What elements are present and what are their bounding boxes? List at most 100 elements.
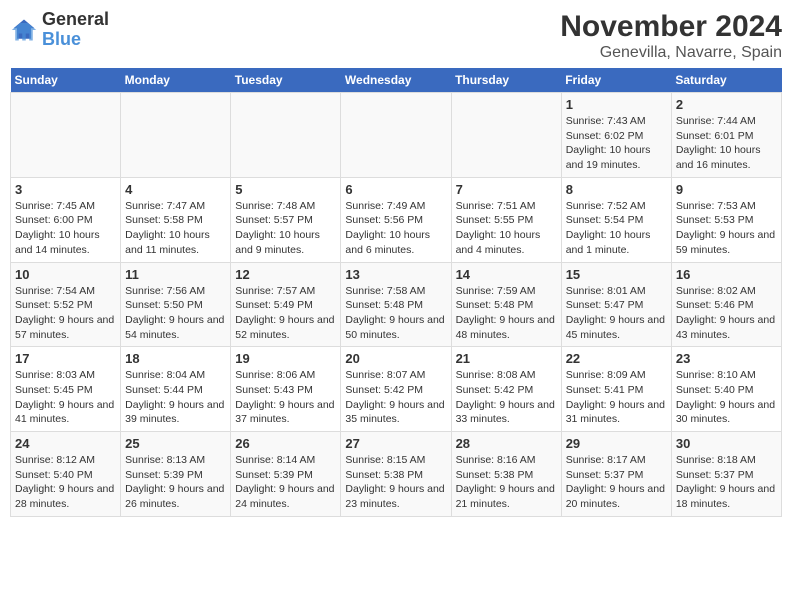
day-info: Sunrise: 8:17 AM Sunset: 5:37 PM Dayligh… [566,453,667,512]
day-info: Sunrise: 7:48 AM Sunset: 5:57 PM Dayligh… [235,199,336,258]
day-number: 12 [235,267,336,282]
weekday-header: Saturday [671,68,781,93]
day-info: Sunrise: 7:47 AM Sunset: 5:58 PM Dayligh… [125,199,226,258]
calendar-cell: 16 Sunrise: 8:02 AM Sunset: 5:46 PM Dayli… [671,262,781,347]
day-number: 3 [15,182,116,197]
calendar-cell: 2 Sunrise: 7:44 AM Sunset: 6:01 PM Daylig… [671,93,781,178]
weekday-header: Tuesday [231,68,341,93]
calendar-cell: 14 Sunrise: 7:59 AM Sunset: 5:48 PM Dayli… [451,262,561,347]
calendar-cell [451,93,561,178]
calendar-cell [121,93,231,178]
calendar-cell: 12 Sunrise: 7:57 AM Sunset: 5:49 PM Dayli… [231,262,341,347]
day-number: 8 [566,182,667,197]
day-number: 27 [345,436,446,451]
day-number: 23 [676,351,777,366]
day-info: Sunrise: 7:43 AM Sunset: 6:02 PM Dayligh… [566,114,667,173]
day-info: Sunrise: 8:13 AM Sunset: 5:39 PM Dayligh… [125,453,226,512]
calendar-cell: 23 Sunrise: 8:10 AM Sunset: 5:40 PM Dayli… [671,347,781,432]
day-info: Sunrise: 8:10 AM Sunset: 5:40 PM Dayligh… [676,368,777,427]
day-info: Sunrise: 8:12 AM Sunset: 5:40 PM Dayligh… [15,453,116,512]
calendar-cell: 17 Sunrise: 8:03 AM Sunset: 5:45 PM Dayli… [11,347,121,432]
day-number: 30 [676,436,777,451]
day-info: Sunrise: 7:57 AM Sunset: 5:49 PM Dayligh… [235,284,336,343]
day-info: Sunrise: 8:16 AM Sunset: 5:38 PM Dayligh… [456,453,557,512]
calendar-week-row: 10 Sunrise: 7:54 AM Sunset: 5:52 PM Dayli… [11,262,782,347]
day-number: 18 [125,351,226,366]
day-info: Sunrise: 7:56 AM Sunset: 5:50 PM Dayligh… [125,284,226,343]
day-info: Sunrise: 7:49 AM Sunset: 5:56 PM Dayligh… [345,199,446,258]
day-info: Sunrise: 7:58 AM Sunset: 5:48 PM Dayligh… [345,284,446,343]
page-header: General Blue November 2024 Genevilla, Na… [10,10,782,62]
day-number: 17 [15,351,116,366]
calendar-cell: 27 Sunrise: 8:15 AM Sunset: 5:38 PM Dayli… [341,432,451,517]
day-info: Sunrise: 8:06 AM Sunset: 5:43 PM Dayligh… [235,368,336,427]
day-info: Sunrise: 7:45 AM Sunset: 6:00 PM Dayligh… [15,199,116,258]
weekday-header: Wednesday [341,68,451,93]
day-info: Sunrise: 8:08 AM Sunset: 5:42 PM Dayligh… [456,368,557,427]
day-info: Sunrise: 8:15 AM Sunset: 5:38 PM Dayligh… [345,453,446,512]
calendar-cell: 19 Sunrise: 8:06 AM Sunset: 5:43 PM Dayli… [231,347,341,432]
calendar-cell: 29 Sunrise: 8:17 AM Sunset: 5:37 PM Dayli… [561,432,671,517]
day-number: 26 [235,436,336,451]
calendar-cell: 8 Sunrise: 7:52 AM Sunset: 5:54 PM Daylig… [561,177,671,262]
day-info: Sunrise: 7:51 AM Sunset: 5:55 PM Dayligh… [456,199,557,258]
day-number: 13 [345,267,446,282]
day-number: 2 [676,97,777,112]
day-number: 14 [456,267,557,282]
day-info: Sunrise: 7:52 AM Sunset: 5:54 PM Dayligh… [566,199,667,258]
day-info: Sunrise: 7:59 AM Sunset: 5:48 PM Dayligh… [456,284,557,343]
day-info: Sunrise: 8:18 AM Sunset: 5:37 PM Dayligh… [676,453,777,512]
calendar-cell [11,93,121,178]
day-info: Sunrise: 8:14 AM Sunset: 5:39 PM Dayligh… [235,453,336,512]
page-subtitle: Genevilla, Navarre, Spain [560,44,782,62]
day-number: 21 [456,351,557,366]
calendar-cell: 13 Sunrise: 7:58 AM Sunset: 5:48 PM Dayli… [341,262,451,347]
day-number: 16 [676,267,777,282]
calendar-cell: 26 Sunrise: 8:14 AM Sunset: 5:39 PM Dayli… [231,432,341,517]
day-number: 20 [345,351,446,366]
day-number: 5 [235,182,336,197]
day-info: Sunrise: 8:02 AM Sunset: 5:46 PM Dayligh… [676,284,777,343]
calendar-cell: 30 Sunrise: 8:18 AM Sunset: 5:37 PM Dayli… [671,432,781,517]
day-info: Sunrise: 8:04 AM Sunset: 5:44 PM Dayligh… [125,368,226,427]
calendar-cell: 22 Sunrise: 8:09 AM Sunset: 5:41 PM Dayli… [561,347,671,432]
day-number: 11 [125,267,226,282]
day-info: Sunrise: 7:44 AM Sunset: 6:01 PM Dayligh… [676,114,777,173]
day-info: Sunrise: 8:01 AM Sunset: 5:47 PM Dayligh… [566,284,667,343]
day-number: 15 [566,267,667,282]
calendar-cell: 20Sunrise: 8:07 AM Sunset: 5:42 PM Dayli… [341,347,451,432]
weekday-header-row: SundayMondayTuesdayWednesdayThursdayFrid… [11,68,782,93]
calendar-cell: 28Sunrise: 8:16 AM Sunset: 5:38 PM Dayli… [451,432,561,517]
day-number: 6 [345,182,446,197]
weekday-header: Sunday [11,68,121,93]
calendar-week-row: 3 Sunrise: 7:45 AM Sunset: 6:00 PM Daylig… [11,177,782,262]
calendar-cell: 4 Sunrise: 7:47 AM Sunset: 5:58 PM Daylig… [121,177,231,262]
title-block: November 2024 Genevilla, Navarre, Spain [560,10,782,62]
logo-line1: General [42,10,109,30]
day-info: Sunrise: 7:54 AM Sunset: 5:52 PM Dayligh… [15,284,116,343]
day-number: 24 [15,436,116,451]
calendar-cell: 5 Sunrise: 7:48 AM Sunset: 5:57 PM Daylig… [231,177,341,262]
calendar-cell: 11 Sunrise: 7:56 AM Sunset: 5:50 PM Dayli… [121,262,231,347]
day-info: Sunrise: 8:03 AM Sunset: 5:45 PM Dayligh… [15,368,116,427]
calendar-cell: 15 Sunrise: 8:01 AM Sunset: 5:47 PM Dayli… [561,262,671,347]
calendar-cell: 9Sunrise: 7:53 AM Sunset: 5:53 PM Daylig… [671,177,781,262]
logo: General Blue [10,10,109,50]
day-number: 22 [566,351,667,366]
logo-text: General Blue [42,10,109,50]
calendar-cell: 25Sunrise: 8:13 AM Sunset: 5:39 PM Dayli… [121,432,231,517]
calendar-cell: 7 Sunrise: 7:51 AM Sunset: 5:55 PM Daylig… [451,177,561,262]
calendar-cell: 3 Sunrise: 7:45 AM Sunset: 6:00 PM Daylig… [11,177,121,262]
day-number: 7 [456,182,557,197]
calendar-cell: 1Sunrise: 7:43 AM Sunset: 6:02 PM Daylig… [561,93,671,178]
day-number: 19 [235,351,336,366]
day-info: Sunrise: 8:09 AM Sunset: 5:41 PM Dayligh… [566,368,667,427]
day-number: 29 [566,436,667,451]
day-info: Sunrise: 7:53 AM Sunset: 5:53 PM Dayligh… [676,199,777,258]
calendar-week-row: 17 Sunrise: 8:03 AM Sunset: 5:45 PM Dayli… [11,347,782,432]
calendar-cell: 24 Sunrise: 8:12 AM Sunset: 5:40 PM Dayli… [11,432,121,517]
day-number: 4 [125,182,226,197]
calendar-week-row: 24 Sunrise: 8:12 AM Sunset: 5:40 PM Dayli… [11,432,782,517]
day-number: 10 [15,267,116,282]
calendar-cell: 18 Sunrise: 8:04 AM Sunset: 5:44 PM Dayli… [121,347,231,432]
